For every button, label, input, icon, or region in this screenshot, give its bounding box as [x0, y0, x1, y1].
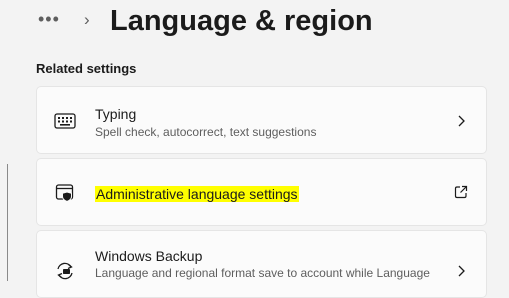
windows-backup-label: Windows Backup [95, 248, 203, 264]
window-edge-divider [7, 164, 8, 281]
related-settings-heading: Related settings [36, 61, 137, 76]
breadcrumb: ••• › Language & region [0, 0, 509, 48]
windows-backup-card[interactable]: Windows Backup Language and regional for… [36, 230, 487, 298]
typing-label: Typing [95, 106, 137, 122]
administrative-language-settings-label: Administrative language settings [95, 185, 299, 203]
admin-window-shield-icon [53, 181, 77, 205]
highlighted-text: Administrative language settings [95, 186, 299, 202]
windows-backup-description: Language and regional format save to acc… [95, 266, 430, 280]
typing-settings-card[interactable]: Typing Spell check, autocorrect, text su… [36, 86, 487, 154]
breadcrumb-separator-icon: › [84, 10, 90, 29]
breadcrumb-more-icon[interactable]: ••• [38, 9, 68, 29]
chevron-right-icon [454, 264, 468, 278]
administrative-language-settings-card[interactable]: Administrative language settings [36, 158, 487, 226]
keyboard-icon [53, 109, 77, 133]
chevron-right-icon [454, 114, 468, 128]
open-external-icon [454, 185, 468, 199]
typing-description: Spell check, autocorrect, text suggestio… [95, 125, 317, 139]
backup-sync-icon [53, 259, 77, 283]
page-title: Language & region [110, 5, 373, 37]
